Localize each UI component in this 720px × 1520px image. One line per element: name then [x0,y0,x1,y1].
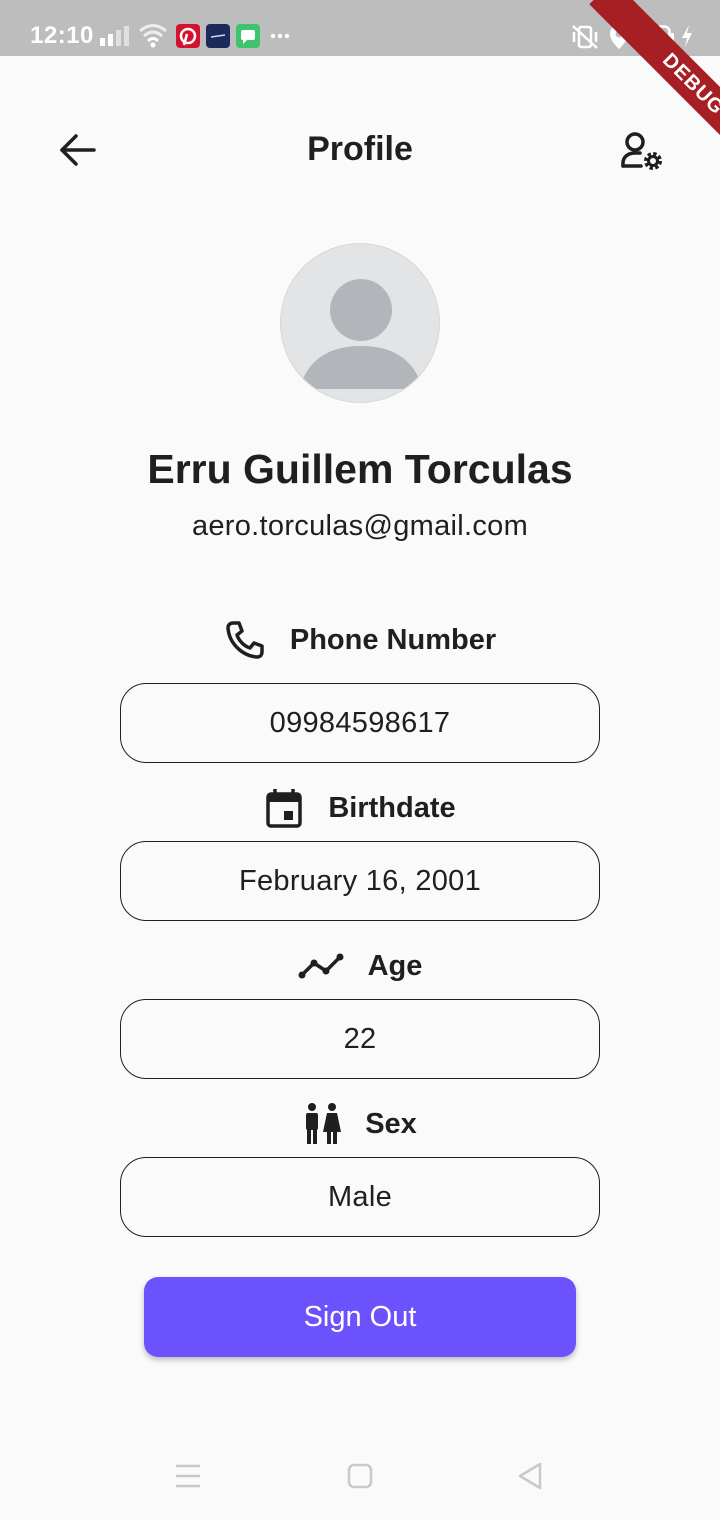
home-icon [347,1463,373,1489]
sex-label: Sex [0,1102,720,1146]
profile-screen: 12:10 68 DEBUG Profile Erru Guillem Torc… [0,0,720,1520]
calendar-icon [266,789,303,828]
sign-out-button[interactable]: Sign Out [144,1277,576,1357]
battery-icon: 68 [632,25,674,49]
avatar [280,243,440,403]
age-label-text: Age [367,949,423,982]
menu-icon [176,1464,200,1488]
system-nav-bar [0,1440,720,1520]
battery-level: 68 [643,29,659,45]
signal-icon [100,26,129,46]
home-button[interactable] [338,1458,382,1498]
phone-icon [226,621,264,659]
messages-app-icon [236,24,260,48]
phone-label: Phone Number [0,618,720,662]
status-bar: 12:10 68 DEBUG [0,0,720,140]
app-bar: Profile [0,100,720,200]
more-icon [270,33,290,39]
person-placeholder-icon [299,279,423,389]
user-email: aero.torculas@gmail.com [191,510,529,542]
birthdate-label: Birthdate [0,786,720,830]
age-label: Age [0,944,720,988]
status-time: 12:10 [30,22,94,49]
system-back-button[interactable] [508,1458,552,1498]
wifi-icon [139,24,167,48]
user-settings-icon [621,132,662,170]
pinterest-app-icon [176,24,200,48]
recent-apps-button[interactable] [166,1458,210,1498]
vibrate-icon [572,25,598,49]
user-name: Erru Guillem Torculas [147,446,573,492]
back-triangle-icon [518,1462,542,1490]
phone-label-text: Phone Number [289,623,497,656]
birthdate-field[interactable]: February 16, 2001 [120,841,600,921]
trend-line-icon [298,953,344,979]
location-icon [610,25,628,49]
sex-label-text: Sex [365,1107,417,1140]
man-woman-icon [306,1103,342,1144]
app-icon [206,24,230,48]
profile-settings-button[interactable] [618,130,668,174]
sex-field[interactable]: Male [120,1157,600,1237]
page-title: Profile [307,130,413,168]
charging-icon [682,25,692,47]
age-field[interactable]: 22 [120,999,600,1079]
phone-field[interactable]: 09984598617 [120,683,600,763]
birthdate-label-text: Birthdate [328,791,456,824]
